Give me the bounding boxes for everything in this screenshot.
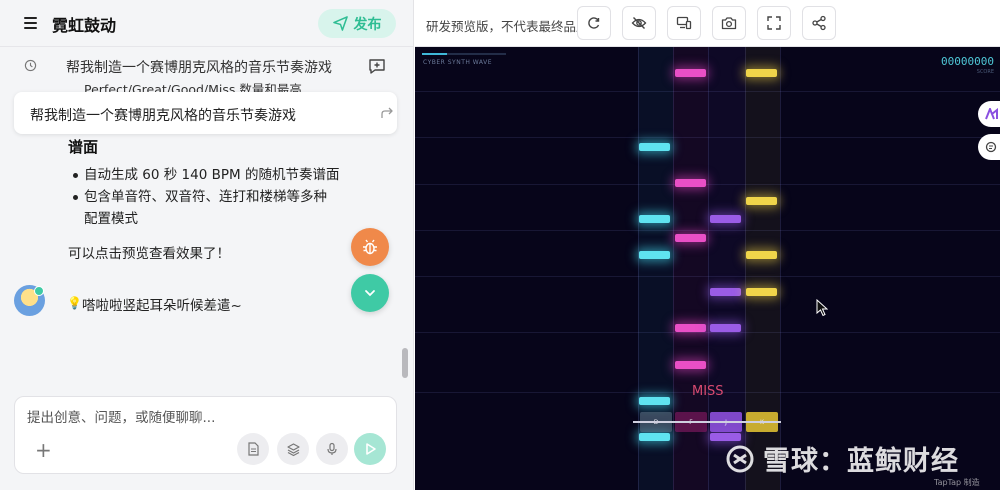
- note: [746, 69, 777, 77]
- feedback-widget-button[interactable]: [978, 134, 1000, 160]
- screenshot-button[interactable]: [712, 6, 746, 40]
- bottom-edge: [0, 482, 413, 490]
- score-value: 00000000: [941, 55, 994, 68]
- fullscreen-button[interactable]: [757, 6, 791, 40]
- bug-icon: [363, 239, 377, 255]
- lane-divider: [638, 47, 639, 490]
- camera-icon: [721, 17, 737, 30]
- watermark-text: 雪球：蓝鲸财经: [763, 446, 959, 477]
- prompt-card-text: 帮我制造一个赛博朋克风格的音乐节奏游戏: [30, 108, 296, 124]
- judgement-line: [633, 421, 781, 423]
- note: [639, 251, 670, 259]
- send-button[interactable]: [354, 433, 386, 465]
- note: [710, 288, 741, 296]
- session-title: 帮我制造一个赛博朋克风格的音乐节奏游戏: [66, 60, 332, 76]
- preview-toolbar: 研发预览版，不代表最终品质: [415, 0, 1000, 47]
- feature-list: 自动生成 60 秒 140 BPM 的随机节奏谱面 包含单音符、双音符、连打和楼…: [70, 164, 340, 230]
- layers-icon: [286, 442, 300, 456]
- message-truncated-line: Perfect/Great/Good/Miss 数量和最高: [84, 82, 302, 92]
- menu-icon[interactable]: [24, 17, 37, 29]
- preview-hint: 可以点击预览查看效果了！: [68, 246, 230, 262]
- fullscreen-icon: [767, 16, 781, 30]
- publish-label: 发布: [353, 16, 382, 33]
- chat-header: 霓虹鼓动 发布: [0, 0, 413, 46]
- note: [746, 288, 777, 296]
- microphone-icon: [327, 442, 337, 455]
- feedback-icon: [985, 141, 997, 153]
- devices-button[interactable]: [667, 6, 701, 40]
- app-title: 霓虹鼓动: [52, 16, 117, 35]
- ai-logo-icon: [985, 108, 998, 120]
- score-label: SCORE: [976, 69, 994, 75]
- song-title: CYBER SYNTH WAVE: [423, 59, 492, 66]
- note: [746, 197, 777, 205]
- watermark-small: TapTap 制造: [934, 478, 980, 487]
- redo-icon[interactable]: [380, 106, 394, 120]
- note: [675, 179, 706, 187]
- history-icon[interactable]: [24, 59, 37, 72]
- refresh-button[interactable]: [577, 6, 611, 40]
- share-button[interactable]: [802, 6, 836, 40]
- devices-icon: [676, 16, 692, 30]
- hide-button[interactable]: [622, 6, 656, 40]
- judgement-text: MISS: [692, 384, 724, 399]
- list-item: 自动生成 60 秒 140 BPM 的随机节奏谱面: [70, 164, 340, 186]
- ai-widget-button[interactable]: [978, 101, 1000, 127]
- send-icon: [332, 16, 348, 31]
- note: [639, 397, 670, 405]
- debug-button[interactable]: [351, 228, 389, 266]
- note: [675, 324, 706, 332]
- assistant-status: 嗒啦啦竖起耳朵听候差遣~: [82, 298, 242, 314]
- chat-input[interactable]: [27, 409, 377, 427]
- refresh-icon: [588, 17, 600, 29]
- chat-panel: 霓虹鼓动 发布 帮我制造一个赛博朋克风格的音乐节奏游戏 Perfect/Grea…: [0, 0, 414, 490]
- document-icon: [248, 442, 259, 456]
- note: [675, 361, 706, 369]
- note: [710, 215, 741, 223]
- lane-divider: [673, 47, 674, 490]
- note: [675, 69, 706, 77]
- add-icon[interactable]: +: [35, 438, 52, 462]
- snowball-logo-icon: [726, 445, 754, 472]
- note: [746, 251, 777, 259]
- chevron-down-icon: [365, 290, 375, 297]
- new-chat-icon[interactable]: [368, 57, 386, 75]
- bulb-icon: 💡: [67, 296, 82, 310]
- file-button[interactable]: [237, 433, 269, 465]
- scroll-down-button[interactable]: [351, 274, 389, 312]
- voice-button[interactable]: [316, 433, 348, 465]
- note: [639, 215, 670, 223]
- play-icon: [366, 443, 376, 455]
- layers-button[interactable]: [277, 433, 309, 465]
- preview-label: 研发预览版，不代表最终品质: [426, 19, 589, 34]
- mouse-cursor-icon: [816, 299, 828, 317]
- share-icon: [812, 15, 826, 31]
- note: [639, 143, 670, 151]
- prompt-card[interactable]: 帮我制造一个赛博朋克风格的音乐节奏游戏: [14, 92, 397, 134]
- note: [675, 234, 706, 242]
- section-heading: 谱面: [68, 138, 99, 156]
- eye-off-icon: [631, 17, 647, 29]
- note: [639, 433, 670, 441]
- lane-divider: [780, 47, 781, 490]
- publish-button[interactable]: 发布: [318, 9, 396, 38]
- preview-panel: 研发预览版，不代表最终品质 CYBER SYNTH WAVE 00000000 …: [415, 0, 1000, 490]
- composer: +: [14, 396, 397, 474]
- game-canvas[interactable]: CYBER SYNTH WAVE 00000000 SCORE MISS D F…: [415, 47, 1000, 490]
- avatar-badge: [34, 286, 44, 296]
- song-progress-fill: [422, 53, 447, 55]
- watermark: 雪球：蓝鲸财经: [725, 439, 959, 478]
- note: [710, 324, 741, 332]
- list-item: 包含单音符、双音符、连打和楼梯等多种配置模式: [70, 186, 340, 230]
- lane-divider: [708, 47, 709, 490]
- scrollbar[interactable]: [402, 348, 408, 378]
